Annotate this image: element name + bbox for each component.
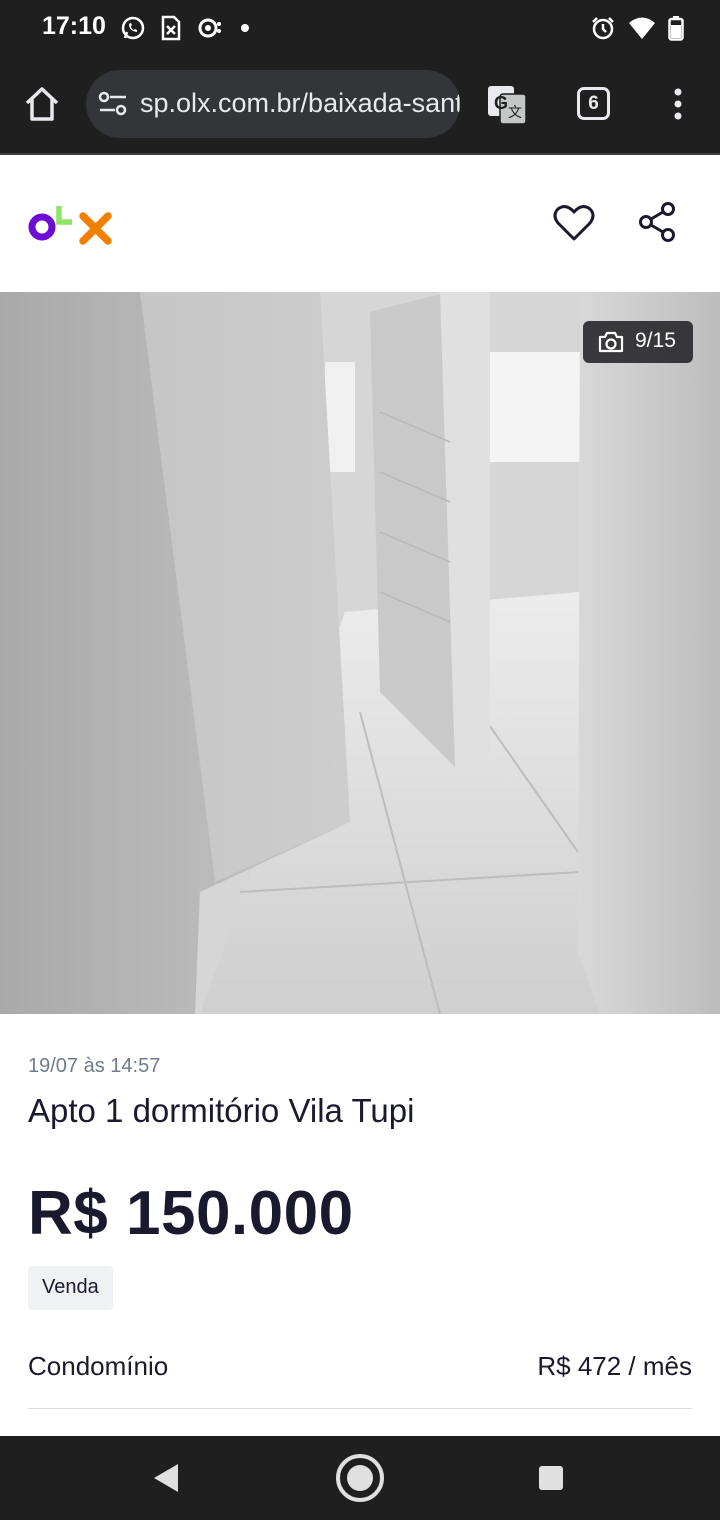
translate-icon[interactable]: G 文 [486, 84, 528, 126]
browser-toolbar: sp.olx.com.br/baixada-santista G 文 6 [0, 56, 720, 154]
home-circle-icon[interactable] [334, 1452, 386, 1504]
photo-counter-text: 9/15 [635, 329, 676, 352]
share-icon[interactable] [638, 201, 678, 243]
wifi-icon [629, 17, 655, 39]
status-bar: 17:10 [0, 0, 720, 56]
ad-title: Apto 1 dormitório Vila Tupi [28, 1092, 415, 1129]
site-settings-icon[interactable] [98, 90, 128, 118]
photo-counter[interactable]: 9/15 [583, 321, 693, 363]
camera-icon [598, 331, 624, 353]
back-icon[interactable] [150, 1460, 182, 1496]
page-header [0, 155, 720, 292]
olx-logo[interactable] [28, 201, 114, 245]
row-divider [28, 1408, 692, 1409]
whatsapp-icon [121, 16, 145, 40]
ad-date: 19/07 às 14:57 [28, 1055, 161, 1077]
status-icons-left [120, 14, 252, 42]
system-navigation-bar [0, 1436, 720, 1520]
svg-text:文: 文 [508, 104, 522, 120]
sync-icon [198, 18, 221, 38]
battery-icon [668, 16, 684, 41]
dot-icon [241, 24, 249, 32]
listing-photo[interactable] [0, 292, 720, 1014]
heart-icon[interactable] [552, 203, 596, 243]
status-icons-right [590, 14, 684, 42]
sale-type-badge: Venda [28, 1266, 113, 1310]
svg-text:G: G [494, 93, 508, 113]
url-text[interactable]: sp.olx.com.br/baixada-santista [140, 88, 460, 119]
home-icon[interactable] [22, 84, 62, 124]
status-time: 17:10 [42, 12, 106, 40]
ad-price: R$ 150.000 [28, 1179, 354, 1248]
address-bar[interactable]: sp.olx.com.br/baixada-santista [86, 70, 460, 138]
tab-switcher-button[interactable]: 6 [577, 87, 610, 120]
more-options-icon[interactable] [666, 86, 690, 122]
condo-fee-label: Condomínio [28, 1351, 169, 1381]
photo-illustration [0, 292, 720, 1014]
alarm-icon [592, 17, 614, 40]
sim-notification-icon [161, 15, 181, 41]
condo-fee-value: R$ 472 / mês [537, 1351, 692, 1381]
recents-icon[interactable] [537, 1464, 565, 1492]
